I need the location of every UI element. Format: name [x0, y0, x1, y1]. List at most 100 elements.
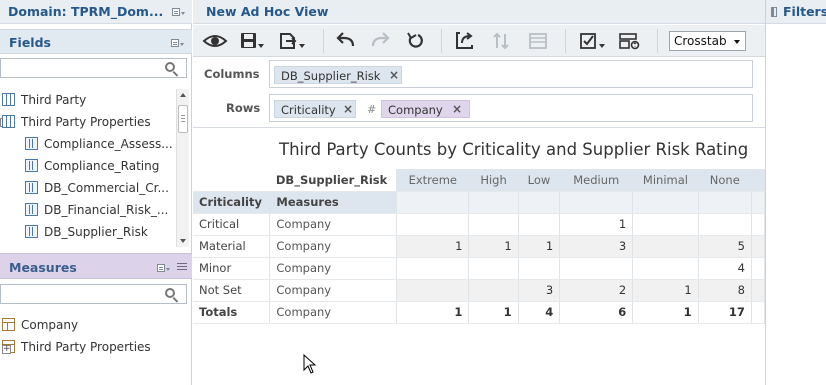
- fields-search-input[interactable]: [3, 60, 163, 76]
- scroll-up-icon[interactable]: [180, 93, 186, 97]
- columns-drop-zone[interactable]: DB_Supplier_Risk ×: [269, 60, 753, 88]
- domain-title[interactable]: Domain: TPRM_Dom...: [8, 4, 163, 19]
- column-header[interactable]: Low: [518, 169, 561, 192]
- field-icon: [25, 181, 38, 194]
- expand-toggle-icon[interactable]: +: [2, 345, 11, 354]
- overflow-cell: [751, 213, 765, 236]
- measures-list-icon[interactable]: [177, 263, 187, 271]
- remove-icon[interactable]: ×: [389, 68, 399, 82]
- fields-title: Fields: [9, 35, 51, 50]
- corner-cell: [193, 169, 270, 192]
- value-cell: 1: [468, 235, 519, 258]
- tree-item-table[interactable]: Third Party: [0, 89, 175, 111]
- value-cell: 1: [468, 301, 519, 324]
- row-label[interactable]: Critical: [193, 213, 271, 236]
- remove-icon[interactable]: ×: [452, 102, 462, 116]
- mouse-cursor-icon: [303, 354, 317, 374]
- data-source-panel: Domain: TPRM_Dom... Fields Third Party −T…: [0, 0, 192, 385]
- view-title: New Ad Hoc View: [206, 4, 329, 19]
- chevron-down-icon: [734, 40, 740, 44]
- sort-icon[interactable]: [489, 30, 517, 52]
- scroll-thumb[interactable]: [178, 105, 188, 133]
- totals-row: Totals Company 1 1 4 6 1 17: [193, 301, 765, 324]
- checklist-icon[interactable]: [577, 30, 605, 52]
- undo-icon[interactable]: [333, 30, 361, 52]
- row-label[interactable]: Material: [193, 235, 271, 258]
- row-pill-company[interactable]: # Company ×: [367, 100, 470, 118]
- input-controls-icon[interactable]: [617, 30, 645, 52]
- table-options-icon[interactable]: [525, 30, 553, 52]
- column-header[interactable]: Extreme: [396, 169, 470, 192]
- value-cell: [468, 257, 519, 280]
- header-spacer: [468, 191, 519, 214]
- totals-label[interactable]: Totals: [193, 301, 271, 324]
- measures-search: [0, 284, 187, 304]
- value-cell: [632, 257, 699, 280]
- column-header[interactable]: High: [468, 169, 519, 192]
- tree-item-measure[interactable]: + Third Party Properties: [0, 336, 175, 358]
- column-pill-db-supplier-risk[interactable]: DB_Supplier_Risk ×: [274, 66, 402, 84]
- tree-item-field[interactable]: Financial_I...: [0, 243, 175, 247]
- column-header[interactable]: None: [698, 169, 752, 192]
- pill-label: Company: [388, 103, 443, 117]
- export-icon[interactable]: [277, 30, 305, 52]
- value-cell: 3: [559, 235, 634, 258]
- search-icon[interactable]: [164, 287, 180, 303]
- crosstab-row: Not Set Company 3 2 1 8: [193, 279, 765, 302]
- view-type-select[interactable]: Crosstab: [669, 31, 746, 51]
- row-dimension-header[interactable]: Criticality: [193, 191, 271, 214]
- row-label[interactable]: Minor: [193, 257, 271, 280]
- fields-tree: Third Party −Third Party Properties Compli…: [0, 89, 175, 247]
- rows-drop-zone[interactable]: Criticality × # Company ×: [269, 94, 753, 122]
- tree-item-field[interactable]: Compliance_Assess...: [0, 133, 175, 155]
- row-label[interactable]: Not Set: [193, 279, 271, 302]
- measures-header-cell[interactable]: Measures: [269, 191, 398, 214]
- reset-icon[interactable]: [403, 30, 431, 52]
- measure-label: Company: [269, 235, 398, 258]
- table-icon: [2, 115, 15, 128]
- measure-label: Company: [269, 257, 398, 280]
- value-cell: [698, 213, 752, 236]
- pill-label: DB_Supplier_Risk: [281, 69, 381, 83]
- value-cell: [468, 213, 519, 236]
- remove-icon[interactable]: ×: [343, 102, 353, 116]
- tree-item-field[interactable]: Compliance_Rating: [0, 155, 175, 177]
- value-cell: 1: [396, 235, 470, 258]
- row-pill-criticality[interactable]: Criticality ×: [274, 100, 356, 118]
- tree-item-field[interactable]: DB_Supplier_Risk: [0, 221, 175, 243]
- report-title[interactable]: Third Party Counts by Criticality and Su…: [279, 140, 748, 159]
- tree-item-table[interactable]: −Third Party Properties: [0, 111, 175, 133]
- column-header[interactable]: Medium: [559, 169, 634, 192]
- tree-item-label: Third Party Properties: [21, 115, 151, 129]
- collapse-icon[interactable]: [771, 7, 777, 17]
- tree-item-measure[interactable]: Company: [0, 314, 175, 336]
- value-cell: 2: [559, 279, 634, 302]
- save-icon[interactable]: [237, 30, 265, 52]
- filters-title: Filters: [783, 4, 826, 19]
- fields-menu-icon[interactable]: [171, 38, 185, 48]
- value-cell: 1: [518, 235, 561, 258]
- column-dimension-header[interactable]: DB_Supplier_Risk: [269, 169, 398, 192]
- value-cell: [468, 279, 519, 302]
- value-cell: [559, 257, 634, 280]
- scroll-down-icon[interactable]: [180, 239, 186, 243]
- measures-menu-icon[interactable]: [157, 263, 171, 273]
- value-cell: 5: [698, 235, 752, 258]
- value-cell: 1: [632, 301, 699, 324]
- tree-item-field[interactable]: DB_Commercial_Cr...: [0, 177, 175, 199]
- value-cell: 3: [518, 279, 561, 302]
- redo-icon[interactable]: [367, 30, 395, 52]
- panel-menu-icon[interactable]: [172, 7, 186, 17]
- eye-icon[interactable]: [202, 30, 230, 52]
- fields-scrollbar[interactable]: [176, 89, 189, 247]
- value-cell: [396, 257, 470, 280]
- search-icon[interactable]: [164, 61, 180, 77]
- value-cell: [632, 213, 699, 236]
- pivot-icon[interactable]: [453, 30, 481, 52]
- measures-search-input[interactable]: [3, 286, 163, 302]
- ad-hoc-view-panel: New Ad Hoc View Crosstab Columns DB_Supp…: [193, 0, 765, 385]
- column-header[interactable]: Minimal: [632, 169, 699, 192]
- table-icon: [2, 93, 15, 106]
- value-cell: 1: [396, 301, 470, 324]
- tree-item-field[interactable]: DB_Financial_Risk_...: [0, 199, 175, 221]
